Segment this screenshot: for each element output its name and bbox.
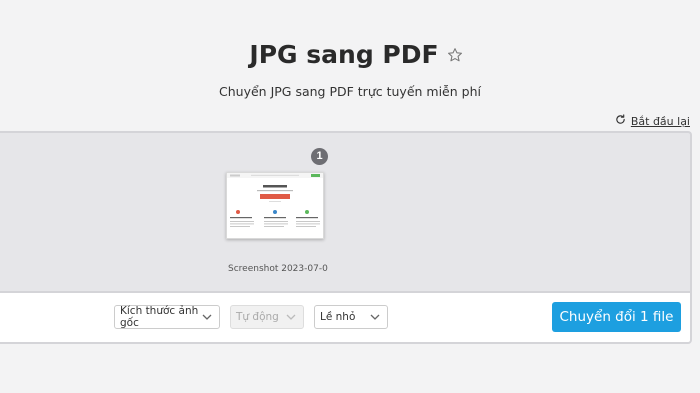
page-subtitle: Chuyển JPG sang PDF trực tuyến miễn phí (219, 84, 481, 99)
star-icon[interactable] (447, 47, 463, 68)
file-dropzone[interactable] (0, 131, 692, 293)
chevron-down-icon (202, 311, 212, 323)
page-size-select[interactable]: Kích thước ảnh gốc (114, 305, 220, 329)
margin-select[interactable]: Lề nhỏ (314, 305, 388, 329)
refresh-icon (615, 114, 626, 128)
file-name: Screenshot 2023-07-0... (228, 264, 328, 274)
file-order-badge: 1 (311, 148, 328, 165)
file-thumbnail[interactable] (226, 172, 324, 239)
restart-label: Bắt đầu lại (630, 114, 690, 128)
page-title: JPG sang PDF (249, 40, 439, 69)
chevron-down-icon (286, 311, 296, 323)
orientation-select[interactable]: Tự động (230, 305, 304, 329)
chevron-down-icon (370, 311, 380, 323)
margin-value: Lề nhỏ (320, 311, 356, 323)
convert-button[interactable]: Chuyển đổi 1 file (552, 302, 681, 332)
restart-link[interactable]: Bắt đầu lại (615, 114, 690, 128)
orientation-value: Tự động (236, 311, 279, 323)
title-row: JPG sang PDF (0, 40, 700, 69)
page-size-value: Kích thước ảnh gốc (120, 305, 199, 329)
